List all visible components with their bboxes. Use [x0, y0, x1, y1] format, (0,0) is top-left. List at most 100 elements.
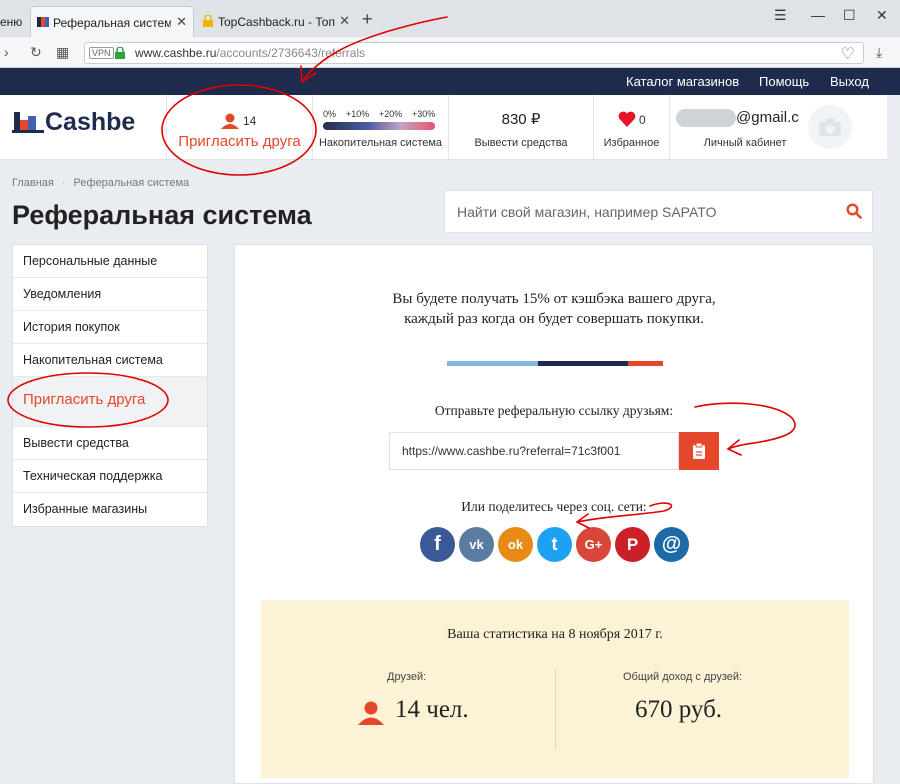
- sidebar-item-support[interactable]: Техническая поддержка: [13, 460, 207, 493]
- scale-mark: +10%: [346, 109, 370, 119]
- user-icon: [358, 701, 384, 725]
- download-icon[interactable]: ⤓: [876, 44, 882, 61]
- nav-help-link[interactable]: Помощь: [759, 74, 809, 89]
- income-stat-value: 670 руб.: [635, 696, 723, 723]
- forward-icon[interactable]: ›: [4, 44, 9, 60]
- email-icon: @: [661, 533, 682, 555]
- scale-mark: +20%: [379, 109, 403, 119]
- vk-share-button[interactable]: vk: [459, 527, 494, 562]
- browser-tab-title: Реферальная система - С: [53, 16, 171, 30]
- favorites-count: 0: [639, 113, 646, 127]
- favorites-widget[interactable]: 0 Избранное: [593, 95, 669, 159]
- browser-menu-button[interactable]: еню: [0, 6, 30, 37]
- twitter-icon: t: [551, 534, 558, 554]
- stats-divider: [555, 670, 556, 750]
- site-header: Cashbe 14 Пригласить друга 0% +10% +20% …: [0, 95, 887, 160]
- vk-icon: vk: [469, 537, 484, 552]
- copy-link-button[interactable]: [679, 432, 719, 470]
- pinterest-icon: P: [626, 535, 639, 554]
- sidebar-item-withdraw[interactable]: Вывести средства: [13, 427, 207, 460]
- facebook-share-button[interactable]: f: [420, 527, 455, 562]
- withdraw-label: Вывести средства: [474, 137, 568, 149]
- close-window-icon[interactable]: ✕: [876, 7, 888, 24]
- site-top-nav: Каталог магазинов Помощь Выход: [0, 68, 900, 95]
- odnoklassniki-icon: ok: [507, 537, 524, 552]
- scale-mark: +30%: [412, 109, 436, 119]
- email-share-button[interactable]: @: [654, 527, 689, 562]
- email-text: @gmail.c: [736, 109, 799, 126]
- intro-line: Вы будете получать 15% от кэшбэка вашего…: [392, 291, 716, 307]
- search-input[interactable]: [445, 191, 835, 232]
- referral-link-input[interactable]: [390, 433, 678, 469]
- tab-menu-icon[interactable]: ☰: [774, 7, 787, 24]
- browser-menu-label: еню: [0, 15, 23, 29]
- intro-line: каждый раз когда он будет совершать поку…: [404, 311, 704, 327]
- send-link-label: Отправьте реферальную ссылку друзьям:: [434, 403, 674, 418]
- browser-tab-active[interactable]: Реферальная система - С ✕: [30, 6, 194, 37]
- scale-mark: 0%: [323, 109, 337, 119]
- browser-tab-bar: еню Реферальная система - С ✕ TopCashbac…: [0, 0, 900, 37]
- sidebar-item-invite-friend[interactable]: Пригласить друга: [13, 377, 207, 427]
- minimize-icon[interactable]: —: [811, 7, 825, 23]
- new-tab-icon[interactable]: +: [362, 9, 373, 30]
- facebook-icon: f: [434, 533, 441, 555]
- favorites-label: Избранное: [603, 137, 660, 149]
- email-redacted: [676, 109, 736, 127]
- close-tab-icon[interactable]: ✕: [339, 13, 350, 29]
- sidebar-item-purchase-history[interactable]: История покупок: [13, 311, 207, 344]
- friends-stat-value: 14 чел.: [395, 696, 469, 723]
- share-label: Или поделитесь через соц. сети:: [461, 499, 647, 514]
- sidebar-item-notifications[interactable]: Уведомления: [13, 278, 207, 311]
- referral-link-field: [389, 432, 679, 470]
- invite-friend-link[interactable]: Пригласить друга: [167, 133, 312, 150]
- logo-text: Cashbe: [45, 108, 136, 136]
- breadcrumb: Главная · Реферальная система: [12, 177, 189, 189]
- maximize-icon[interactable]: ☐: [843, 7, 856, 24]
- google-plus-share-button[interactable]: G+: [576, 527, 611, 562]
- friends-stat-label: Друзей:: [387, 671, 427, 683]
- address-bar: › ↻ ▦ VPN www.cashbe.ru/accounts/2736643…: [0, 37, 900, 68]
- lock-favicon-icon: [203, 15, 213, 27]
- referral-panel: Вы будете получать 15% от кэшбэка вашего…: [234, 244, 874, 784]
- loyalty-progress-bar: [323, 122, 435, 130]
- income-stat-label: Общий доход с друзей:: [623, 671, 743, 683]
- bookmark-heart-icon[interactable]: ♡: [841, 44, 855, 64]
- url-text: www.cashbe.ru/accounts/2736643/referrals: [135, 46, 366, 60]
- sidebar-item-personal-data[interactable]: Персональные данные: [13, 245, 207, 278]
- url-field[interactable]: VPN www.cashbe.ru/accounts/2736643/refer…: [84, 42, 864, 64]
- avatar[interactable]: [808, 105, 852, 149]
- loyalty-scale-widget[interactable]: 0% +10% +20% +30% Накопительная система: [312, 95, 448, 159]
- twitter-share-button[interactable]: t: [537, 527, 572, 562]
- lock-icon[interactable]: [115, 47, 125, 59]
- stats-title: Ваша статистика на 8 ноября 2017 г.: [447, 627, 663, 642]
- page-title: Реферальная система: [12, 200, 312, 230]
- user-icon: [221, 113, 239, 129]
- withdraw-widget[interactable]: 830 ₽ Вывести средства: [448, 95, 593, 159]
- heart-icon: [618, 111, 636, 127]
- sidebar-item-favorite-stores[interactable]: Избранные магазины: [13, 493, 207, 526]
- search-icon[interactable]: [846, 203, 862, 219]
- store-search: [444, 190, 873, 233]
- breadcrumb-home-link[interactable]: Главная: [12, 177, 54, 189]
- nav-catalog-link[interactable]: Каталог магазинов: [626, 74, 739, 89]
- referral-stats: Ваша статистика на 8 ноября 2017 г. Друз…: [261, 600, 849, 778]
- speed-dial-icon[interactable]: ▦: [56, 44, 69, 61]
- nav-logout-link[interactable]: Выход: [830, 74, 869, 89]
- referral-intro: Вы будете получать 15% от кэшбэка вашего…: [235, 289, 873, 329]
- invite-friend-widget[interactable]: 14 Пригласить друга: [166, 95, 312, 159]
- odnoklassniki-share-button[interactable]: ok: [498, 527, 533, 562]
- browser-tab[interactable]: TopCashback.ru - Топ луч ✕: [196, 6, 356, 37]
- logo-icon: [12, 112, 44, 133]
- pinterest-share-button[interactable]: P: [615, 527, 650, 562]
- scale-label: Накопительная система: [318, 137, 443, 149]
- close-tab-icon[interactable]: ✕: [176, 14, 187, 30]
- copy-icon: [693, 443, 705, 459]
- account-widget[interactable]: @gmail.c Личный кабинет: [669, 95, 887, 159]
- logo[interactable]: Cashbe: [12, 108, 135, 139]
- sidebar-item-loyalty[interactable]: Накопительная система: [13, 344, 207, 377]
- browser-tab-title: TopCashback.ru - Топ луч: [218, 15, 336, 29]
- reload-icon[interactable]: ↻: [30, 44, 42, 61]
- vpn-badge[interactable]: VPN: [89, 47, 114, 59]
- breadcrumb-current: Реферальная система: [73, 177, 190, 189]
- account-sidebar: Персональные данные Уведомления История …: [12, 244, 208, 527]
